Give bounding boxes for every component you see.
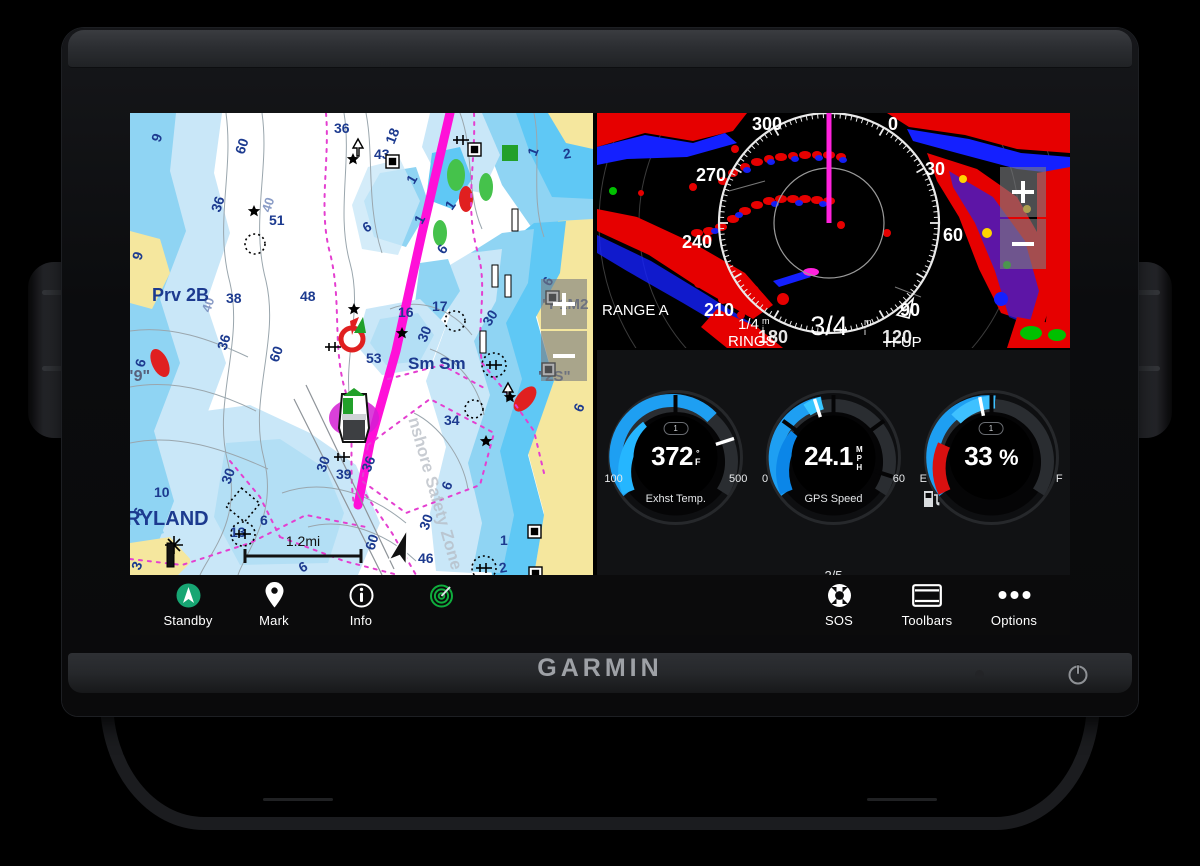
svg-text:N: N	[901, 306, 906, 313]
gauge-badge: 1	[663, 422, 689, 435]
svg-text:Prv 2B: Prv 2B	[152, 285, 209, 305]
toolbar-info-button[interactable]: Info	[318, 581, 404, 628]
svg-text:RYLAND: RYLAND	[130, 508, 209, 530]
svg-text:30: 30	[925, 159, 945, 179]
gauge-value: 24.1 MPH	[765, 441, 902, 472]
toolbar-standby-button[interactable]: Standby	[145, 581, 231, 628]
svg-text:1.2mi: 1.2mi	[286, 533, 320, 549]
svg-text:H-UP: H-UP	[885, 334, 922, 348]
svg-text:Sm Sm: Sm Sm	[408, 354, 466, 373]
gauge-unit: ° F	[695, 448, 701, 468]
svg-text:10: 10	[154, 484, 170, 500]
svg-text:1: 1	[500, 532, 508, 548]
svg-text:38: 38	[226, 290, 242, 306]
display-screen: nshore Safety Zone 36 60 9 43 36 51 9 6 …	[130, 113, 1070, 635]
radar-zoom-in-button[interactable]	[1000, 167, 1046, 217]
svg-text:13: 13	[230, 524, 246, 540]
toolbar-label: SOS	[824, 613, 854, 628]
svg-text:"9": "9"	[130, 368, 150, 385]
toolbar-toolbars-button[interactable]: Toolbars	[884, 581, 970, 628]
chart-zoom-out-button[interactable]	[541, 331, 587, 381]
device-top-bezel	[68, 30, 1132, 68]
svg-text:i: i	[864, 327, 866, 337]
gauge-value: 33 %	[923, 441, 1060, 472]
gauge-value-number: 33	[964, 441, 993, 471]
svg-text:48: 48	[300, 288, 316, 304]
info-circle-icon	[318, 581, 404, 609]
gauge-label: Exhst Temp.	[645, 493, 706, 505]
sonar-spiral-icon	[398, 581, 484, 609]
gauge-max: 60	[892, 473, 905, 485]
svg-text:RINGS: RINGS	[728, 333, 776, 348]
standby-icon	[145, 581, 231, 609]
svg-text:1/4: 1/4	[738, 316, 759, 333]
svg-text:210: 210	[704, 300, 734, 320]
svg-text:RANGE A: RANGE A	[602, 302, 669, 319]
svg-text:3/4: 3/4	[810, 311, 848, 341]
toolbar-sonar-button[interactable]	[398, 581, 484, 613]
gauge-min: E	[919, 473, 927, 485]
plus-icon	[1021, 181, 1025, 203]
toolbar-label: Toolbars	[901, 613, 953, 628]
toolbar-sos-button[interactable]: SOS	[796, 581, 882, 628]
svg-text:240: 240	[682, 232, 712, 252]
svg-text:60: 60	[943, 225, 963, 245]
toolbar-label: Standby	[163, 613, 213, 628]
garmin-brand-logo: GARMIN	[537, 654, 663, 682]
gauge-unit: MPH	[854, 444, 864, 472]
gauge-value-number: 24.1	[804, 441, 853, 471]
gauge-value-number: 372	[651, 441, 694, 471]
svg-text:46: 46	[418, 550, 434, 566]
minus-icon	[553, 354, 575, 358]
power-icon[interactable]	[1065, 661, 1091, 687]
svg-text:53: 53	[366, 350, 382, 366]
gauge-min: 0	[761, 473, 769, 485]
nautical-chart: nshore Safety Zone 36 60 9 43 36 51 9 6 …	[130, 113, 593, 575]
gauge-value: 372 ° F	[607, 441, 744, 472]
options-ellipsis-icon	[971, 581, 1057, 609]
screenshot-root: GARMIN nshore Safety Zone 36 60 9 43 36 …	[0, 0, 1200, 866]
toolbar-options-button[interactable]: Options	[971, 581, 1057, 628]
gauge-max: 500	[728, 473, 748, 485]
toolbar-label: Info	[349, 613, 373, 628]
svg-text:34: 34	[444, 412, 460, 428]
svg-text:6: 6	[260, 512, 268, 528]
chart-pane[interactable]: nshore Safety Zone 36 60 9 43 36 51 9 6 …	[130, 113, 593, 575]
toolbar-label: Mark	[259, 613, 289, 628]
svg-text:16: 16	[398, 304, 414, 320]
svg-text:17: 17	[432, 298, 448, 314]
gauge-gps-speed[interactable]: 24.1 MPH 0 60 GPS Speed	[761, 389, 905, 526]
svg-text:300: 300	[752, 114, 782, 134]
toolbars-icon	[884, 581, 970, 609]
chart-zoom-in-button[interactable]	[541, 279, 587, 329]
gauge-badge: 1	[978, 422, 1004, 435]
toolbar-label: Options	[990, 613, 1038, 628]
mounting-bracket	[100, 700, 1100, 830]
svg-text:m: m	[864, 317, 872, 327]
gauge-min: 100	[604, 473, 623, 485]
gauge-fuel-level[interactable]: 1 33 % E F	[919, 389, 1063, 526]
gauge-max: F	[1055, 473, 1063, 485]
svg-text:270: 270	[696, 165, 726, 185]
radar-zoom-out-button[interactable]	[1000, 219, 1046, 269]
svg-text:0: 0	[888, 114, 898, 134]
gauge-unit: %	[998, 445, 1019, 470]
svg-text:36: 36	[334, 120, 350, 136]
bottom-toolbar: Standby Mark Info SOS Toolbars Options	[130, 575, 1070, 635]
waypoint-pin-icon	[231, 581, 317, 609]
gauge-exhaust-temp[interactable]: 1 372 ° F 100 500 Exhst Temp.	[604, 389, 748, 526]
radar-pane[interactable]: 0 30 60 90 300 270 240 210 180 120 3/4 m…	[597, 113, 1070, 348]
status-led	[975, 670, 984, 679]
sos-lifering-icon	[796, 581, 882, 609]
gauge-label: GPS Speed	[804, 493, 863, 505]
svg-text:39: 39	[336, 466, 352, 482]
minus-icon	[1012, 242, 1034, 246]
toolbar-mark-button[interactable]: Mark	[231, 581, 317, 628]
plus-icon	[562, 293, 566, 315]
